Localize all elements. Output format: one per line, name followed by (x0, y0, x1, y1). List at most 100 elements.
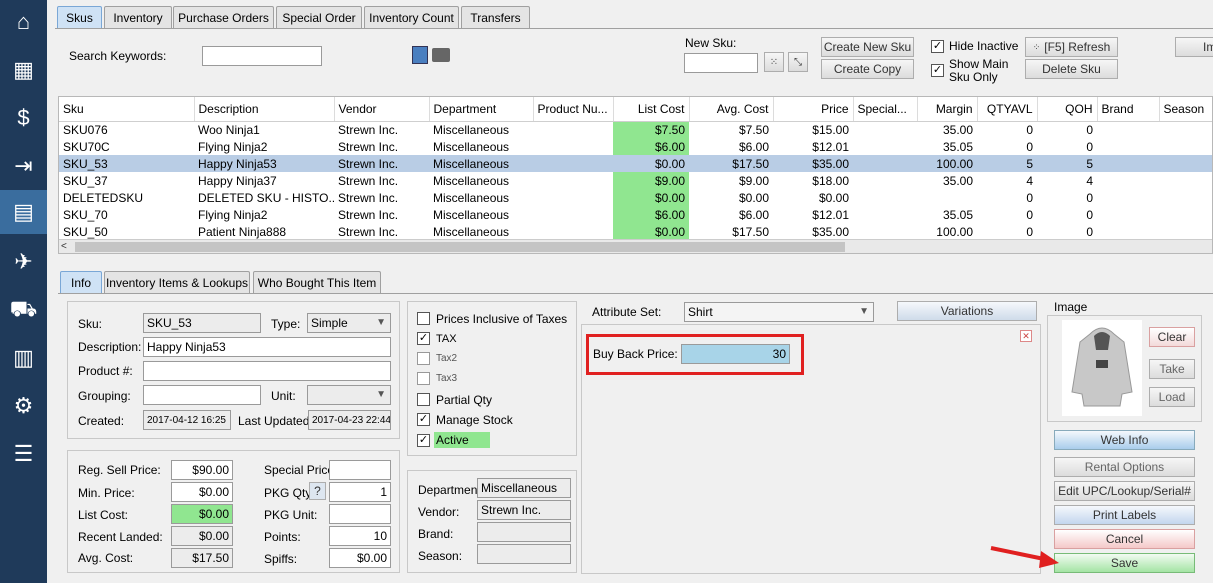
column-header-margin[interactable]: Margin (917, 97, 978, 122)
unit-select[interactable]: ▼ (307, 385, 391, 405)
table-row[interactable]: SKU_53 Happy Ninja53 Strewn Inc. Miscellane… (59, 155, 1212, 172)
collapse-icon[interactable]: ✕ (1020, 330, 1032, 342)
print-labels-button[interactable]: Print Labels (1054, 505, 1195, 525)
tax3-checkbox[interactable] (417, 372, 430, 385)
tab-inventory-items-lookups[interactable]: Inventory Items & Lookups (104, 271, 250, 293)
column-header-special[interactable]: Special... (853, 97, 918, 122)
tab-info[interactable]: Info (60, 271, 102, 293)
cell-list-cost: $9.00 (613, 172, 689, 189)
sign-out-icon[interactable]: ⇥ (0, 144, 47, 188)
column-header-product-number[interactable]: Product Nu... (533, 97, 614, 122)
brand-field (477, 522, 571, 542)
tab-skus[interactable]: Skus (57, 6, 102, 28)
settings-gears-icon[interactable]: ⚙ (0, 384, 47, 428)
column-header-brand[interactable]: Brand (1097, 97, 1160, 122)
tab-inventory[interactable]: Inventory (104, 6, 172, 28)
inventory-grid-icon[interactable]: ▤ (0, 190, 47, 234)
create-copy-button[interactable]: Create Copy (821, 59, 914, 79)
spiffs-field[interactable]: $0.00 (329, 548, 391, 568)
table-row[interactable]: SKU076 Woo Ninja1 Strewn Inc. Miscellaneous… (59, 121, 1212, 138)
tab-special-order[interactable]: Special Order (276, 6, 362, 28)
tab-transfers[interactable]: Transfers (461, 6, 530, 28)
cell-description: DELETED SKU - HISTO... (198, 190, 334, 205)
variations-button[interactable]: Variations (897, 301, 1037, 321)
take-image-button[interactable]: Take (1149, 359, 1195, 379)
search-input[interactable] (202, 46, 322, 66)
active-checkbox[interactable]: ✓ (417, 434, 430, 447)
description-field[interactable]: Happy Ninja53 (143, 337, 391, 357)
cell-sku: SKU_37 (63, 173, 108, 188)
tax-checkbox[interactable]: ✓ (417, 332, 430, 345)
column-header-list-cost[interactable]: List Cost (613, 97, 690, 122)
table-row[interactable]: SKU70C Flying Ninja2 Strewn Inc. Miscellane… (59, 138, 1212, 155)
horizontal-scrollbar[interactable]: < (59, 239, 1212, 253)
load-image-button[interactable]: Load (1149, 387, 1195, 407)
product-field[interactable] (143, 361, 391, 381)
min-price-field[interactable]: $0.00 (171, 482, 233, 502)
grouping-field[interactable] (143, 385, 261, 405)
web-info-button[interactable]: Web Info (1054, 430, 1195, 450)
prices-inclusive-checkbox[interactable] (417, 312, 430, 325)
cell-product-number (533, 206, 613, 223)
rental-options-button[interactable]: Rental Options (1054, 457, 1195, 477)
delivery-cart-icon[interactable]: ⛟ (0, 288, 47, 332)
report-icon[interactable]: ▥ (0, 336, 47, 380)
document-icon[interactable] (412, 46, 428, 64)
buy-back-field[interactable]: 30 (681, 344, 790, 364)
cash-register-icon[interactable]: ▦ (0, 48, 47, 92)
walking-person-icon[interactable]: ✈ (0, 240, 47, 284)
column-header-season[interactable]: Season (1159, 97, 1212, 122)
clear-image-button[interactable]: Clear (1149, 327, 1195, 347)
special-price-field[interactable] (329, 460, 391, 480)
cell-sku: SKU_50 (63, 224, 108, 239)
edit-upc-button[interactable]: Edit UPC/Lookup/Serial# (1054, 481, 1195, 501)
type-select[interactable]: Simple ▼ (307, 313, 391, 333)
table-row[interactable]: SKU_50 Patient Ninja888 Strewn Inc. Miscell… (59, 223, 1212, 240)
table-row[interactable]: SKU_37 Happy Ninja37 Strewn Inc. Miscellane… (59, 172, 1212, 189)
column-header-vendor[interactable]: Vendor (334, 97, 430, 122)
hide-inactive-checkbox[interactable]: ✓ (931, 40, 944, 53)
points-field[interactable]: 10 (329, 526, 391, 546)
tab-purchase-orders[interactable]: Purchase Orders (173, 6, 274, 28)
save-button[interactable]: Save (1054, 553, 1195, 573)
tab-who-bought[interactable]: Who Bought This Item (253, 271, 381, 293)
column-header-price[interactable]: Price (773, 97, 854, 122)
pkg-unit-field[interactable] (329, 504, 391, 524)
partial-qty-checkbox[interactable] (417, 393, 430, 406)
printer-icon[interactable] (432, 48, 450, 62)
cell-sku: SKU70C (63, 139, 110, 154)
invoice-icon[interactable]: $ (0, 96, 47, 140)
pkg-qty-help-button[interactable]: ? (309, 482, 326, 500)
column-header-qoh[interactable]: QOH (1037, 97, 1098, 122)
column-header-department[interactable]: Department (429, 97, 534, 122)
tax2-checkbox[interactable] (417, 352, 430, 365)
import-button[interactable]: Imp (1175, 37, 1213, 57)
refresh-button[interactable]: ⁘ [F5] Refresh (1025, 37, 1118, 57)
attribute-set-select[interactable]: Shirt ▼ (684, 302, 874, 322)
lookup-sku-icon[interactable]: ⤡ (788, 52, 808, 72)
column-header-avg-cost[interactable]: Avg. Cost (689, 97, 774, 122)
column-header-sku[interactable]: Sku (59, 97, 195, 122)
created-label: Created: (78, 414, 125, 428)
tab-inventory-count[interactable]: Inventory Count (364, 6, 459, 28)
scroll-left-icon[interactable]: < (61, 241, 67, 252)
generate-sku-icon[interactable]: ⁙ (764, 52, 784, 72)
list-cost-field[interactable]: $0.00 (171, 504, 233, 524)
table-row[interactable]: DELETEDSKU DELETED SKU - HISTO... Strewn I… (59, 189, 1212, 206)
reg-sell-field[interactable]: $90.00 (171, 460, 233, 480)
delete-sku-button[interactable]: Delete Sku (1025, 59, 1118, 79)
home-icon[interactable]: ⌂ (0, 0, 47, 44)
menu-icon[interactable]: ☰ (0, 432, 47, 476)
show-main-sku-checkbox[interactable]: ✓ (931, 64, 944, 77)
column-header-qtyavl[interactable]: QTYAVL (977, 97, 1038, 122)
pkg-qty-field[interactable]: 1 (329, 482, 391, 502)
cancel-button[interactable]: Cancel (1054, 529, 1195, 549)
column-header-description[interactable]: Description (194, 97, 335, 122)
sku-label: Sku: (78, 317, 103, 331)
scrollbar-thumb[interactable] (75, 242, 845, 252)
create-new-sku-button[interactable]: Create New Sku (821, 37, 914, 57)
manage-stock-checkbox[interactable]: ✓ (417, 413, 430, 426)
new-sku-input[interactable] (684, 53, 758, 73)
table-row[interactable]: SKU_70 Flying Ninja2 Strewn Inc. Miscellane… (59, 206, 1212, 223)
sku-grid[interactable]: Sku Description Vendor Department Product Nu… (58, 96, 1213, 254)
